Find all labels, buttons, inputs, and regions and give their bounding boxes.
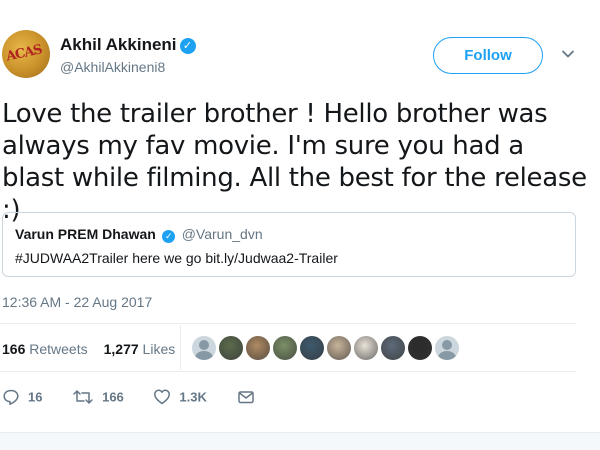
liker-avatar[interactable] — [408, 336, 432, 360]
retweet-count: 166 — [102, 389, 124, 405]
quoted-tweet[interactable]: Varun PREM Dhawan ✓ @Varun_dvn #JUDWAA2T… — [2, 212, 576, 277]
divider — [0, 371, 576, 372]
tweet-stats: 166 Retweets 1,277 Likes — [2, 341, 175, 357]
reply-icon — [3, 389, 19, 405]
liker-avatar[interactable] — [381, 336, 405, 360]
likes-stat[interactable]: 1,277 Likes — [104, 341, 176, 357]
retweet-button[interactable]: 166 — [72, 388, 124, 406]
reply-button[interactable]: 16 — [2, 388, 42, 406]
verified-badge-icon: ✓ — [162, 230, 176, 243]
liker-avatars — [192, 336, 462, 360]
quoted-tweet-text: #JUDWAA2Trailer here we go bit.ly/Judwaa… — [15, 250, 338, 266]
liker-avatar[interactable] — [327, 336, 351, 360]
likes-count: 1,277 — [103, 341, 139, 357]
quoted-author-handle: @Varun_dvn — [181, 226, 263, 242]
retweet-icon — [73, 390, 93, 404]
retweets-count: 166 — [2, 341, 26, 357]
verified-badge-icon: ✓ — [179, 38, 196, 54]
like-button[interactable]: 1.3K — [153, 388, 207, 406]
avatar-text: ACAS — [4, 42, 44, 65]
direct-message-button[interactable] — [237, 388, 263, 406]
stats-separator — [180, 325, 181, 370]
heart-icon — [154, 389, 171, 405]
bottom-strip — [0, 432, 600, 450]
retweets-label: Retweets — [29, 341, 88, 357]
follow-button[interactable]: Follow — [433, 37, 543, 74]
liker-avatar[interactable] — [246, 336, 270, 360]
tweet-text: Love the trailer brother ! Hello brother… — [2, 99, 587, 225]
quoted-tweet-header: Varun PREM Dhawan ✓ @Varun_dvn — [15, 226, 563, 244]
liker-avatar[interactable] — [192, 336, 216, 360]
divider — [0, 323, 576, 324]
envelope-icon — [237, 391, 254, 404]
liker-avatar[interactable] — [219, 336, 243, 360]
liker-avatar[interactable] — [300, 336, 324, 360]
author-handle[interactable]: @AkhilAkkineni8 — [60, 59, 196, 75]
likes-label: Likes — [142, 341, 176, 357]
retweets-stat[interactable]: 166 Retweets — [2, 341, 88, 357]
liker-avatar[interactable] — [354, 336, 378, 360]
quoted-author-name: Varun PREM Dhawan — [15, 226, 156, 242]
author-name[interactable]: Akhil Akkineni — [60, 35, 177, 55]
liker-avatar[interactable] — [273, 336, 297, 360]
reply-count: 16 — [28, 389, 43, 405]
liker-avatar[interactable] — [435, 336, 459, 360]
chevron-down-icon[interactable] — [561, 47, 575, 61]
author-avatar[interactable]: ACAS — [2, 30, 50, 78]
like-count: 1.3K — [179, 389, 207, 405]
author-header: Akhil Akkineni ✓ @AkhilAkkineni8 — [60, 35, 196, 75]
tweet-timestamp[interactable]: 12:36 AM - 22 Aug 2017 — [2, 294, 152, 310]
tweet-actions: 16 166 1.3K — [2, 388, 289, 406]
